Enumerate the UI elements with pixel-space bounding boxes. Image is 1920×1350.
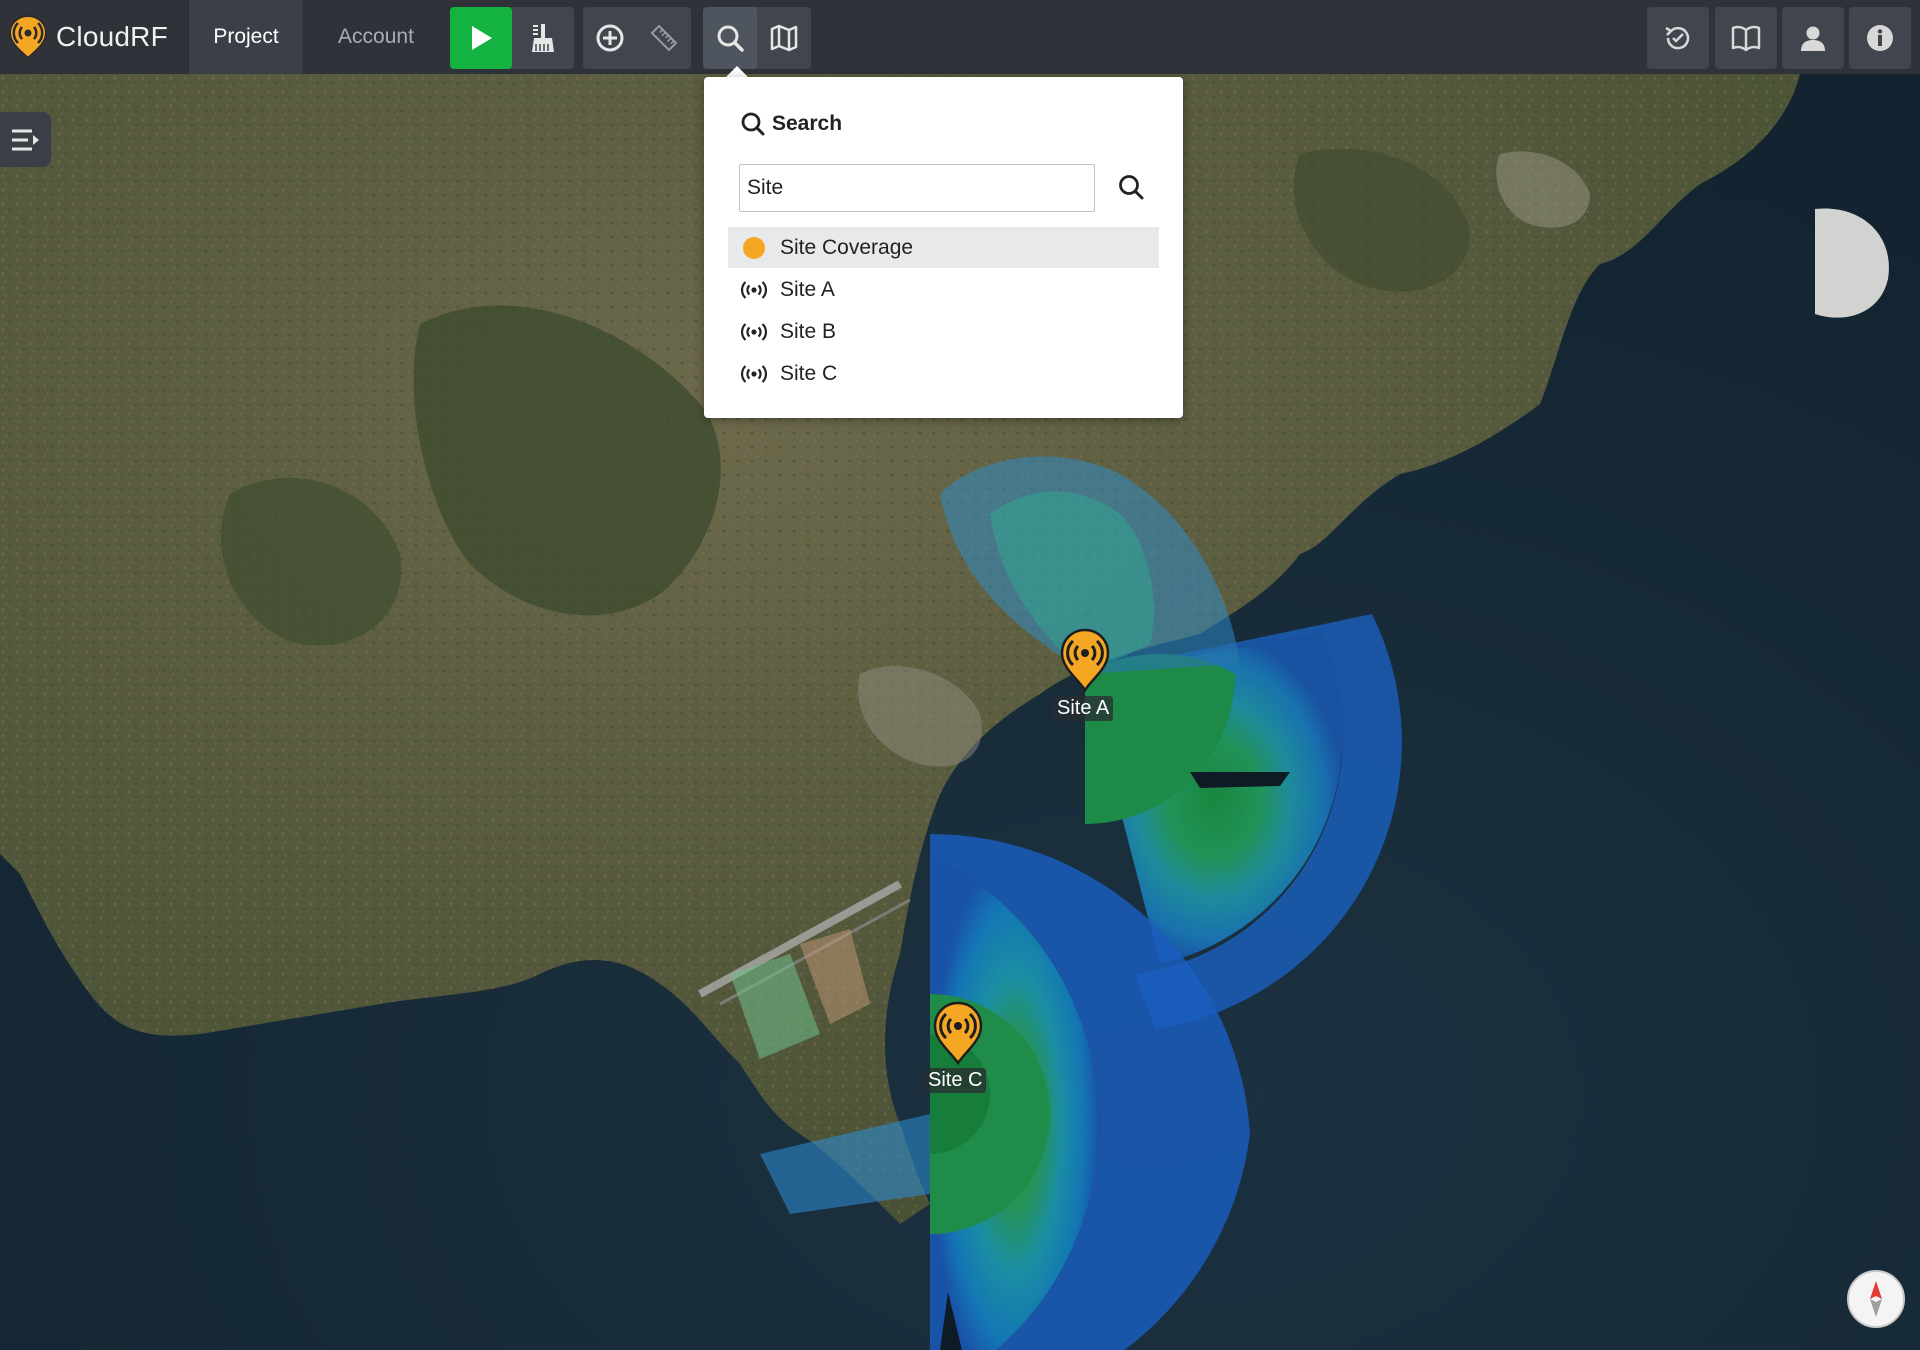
compass-icon [1870, 1281, 1882, 1317]
add-circle-icon [596, 24, 624, 52]
site-marker-icon[interactable] [1059, 628, 1111, 692]
clear-button[interactable] [512, 7, 574, 69]
broom-icon [532, 24, 554, 52]
history-icon [1665, 26, 1690, 50]
search-result-site-b[interactable]: Site B [728, 311, 1159, 352]
tab-project[interactable]: Project [189, 0, 303, 74]
search-button[interactable] [703, 7, 757, 69]
search-result-label: Site A [780, 277, 835, 301]
sidebar-menu-icon [11, 129, 39, 150]
history-button[interactable] [1647, 7, 1709, 69]
play-icon [472, 26, 492, 50]
docs-button[interactable] [1715, 7, 1777, 69]
cloudrf-logo-icon [8, 14, 48, 60]
search-result-label: Site Coverage [780, 235, 914, 259]
search-icon [1119, 175, 1144, 200]
tab-account[interactable]: Account [313, 0, 439, 74]
search-result-label: Site C [780, 361, 838, 385]
search-input[interactable] [739, 164, 1095, 212]
search-title-text: Search [772, 112, 843, 135]
site-marker-icon[interactable] [932, 1001, 984, 1065]
user-icon [1801, 26, 1825, 51]
measure-button[interactable] [637, 7, 691, 69]
info-button[interactable] [1849, 7, 1911, 69]
broadcast-icon [740, 322, 768, 342]
search-icon [741, 112, 765, 136]
search-result-site-coverage[interactable]: Site Coverage [728, 227, 1159, 268]
search-popup: Search Site Coverage Site A [704, 77, 1183, 418]
map-icon [770, 24, 798, 52]
sidebar-toggle-button[interactable] [0, 112, 51, 167]
search-tool-group [703, 7, 811, 69]
add-tool-group [583, 7, 691, 69]
layers-button[interactable] [757, 7, 811, 69]
ruler-icon [650, 24, 678, 52]
broadcast-icon [740, 364, 768, 384]
search-result-label: Site B [780, 319, 837, 343]
broadcast-icon [740, 280, 768, 300]
search-icon [717, 25, 744, 52]
search-result-site-c[interactable]: Site C [728, 353, 1159, 394]
user-button[interactable] [1782, 7, 1844, 69]
orange-dot-icon [740, 236, 768, 260]
app-name: CloudRF [56, 21, 168, 52]
brand[interactable]: CloudRF [8, 14, 168, 60]
run-button[interactable] [450, 7, 512, 69]
site-label-a: Site A [1053, 696, 1114, 721]
book-icon [1731, 25, 1761, 52]
top-toolbar: CloudRF Project Account [0, 0, 1920, 74]
search-popup-title: Search [740, 111, 842, 137]
search-result-site-a[interactable]: Site A [728, 269, 1159, 310]
site-label-c: Site C [924, 1068, 987, 1093]
add-site-button[interactable] [583, 7, 637, 69]
run-tool-group [450, 7, 574, 69]
info-icon [1867, 25, 1893, 51]
compass-button[interactable] [1847, 1270, 1905, 1328]
search-submit-button[interactable] [1117, 173, 1145, 206]
